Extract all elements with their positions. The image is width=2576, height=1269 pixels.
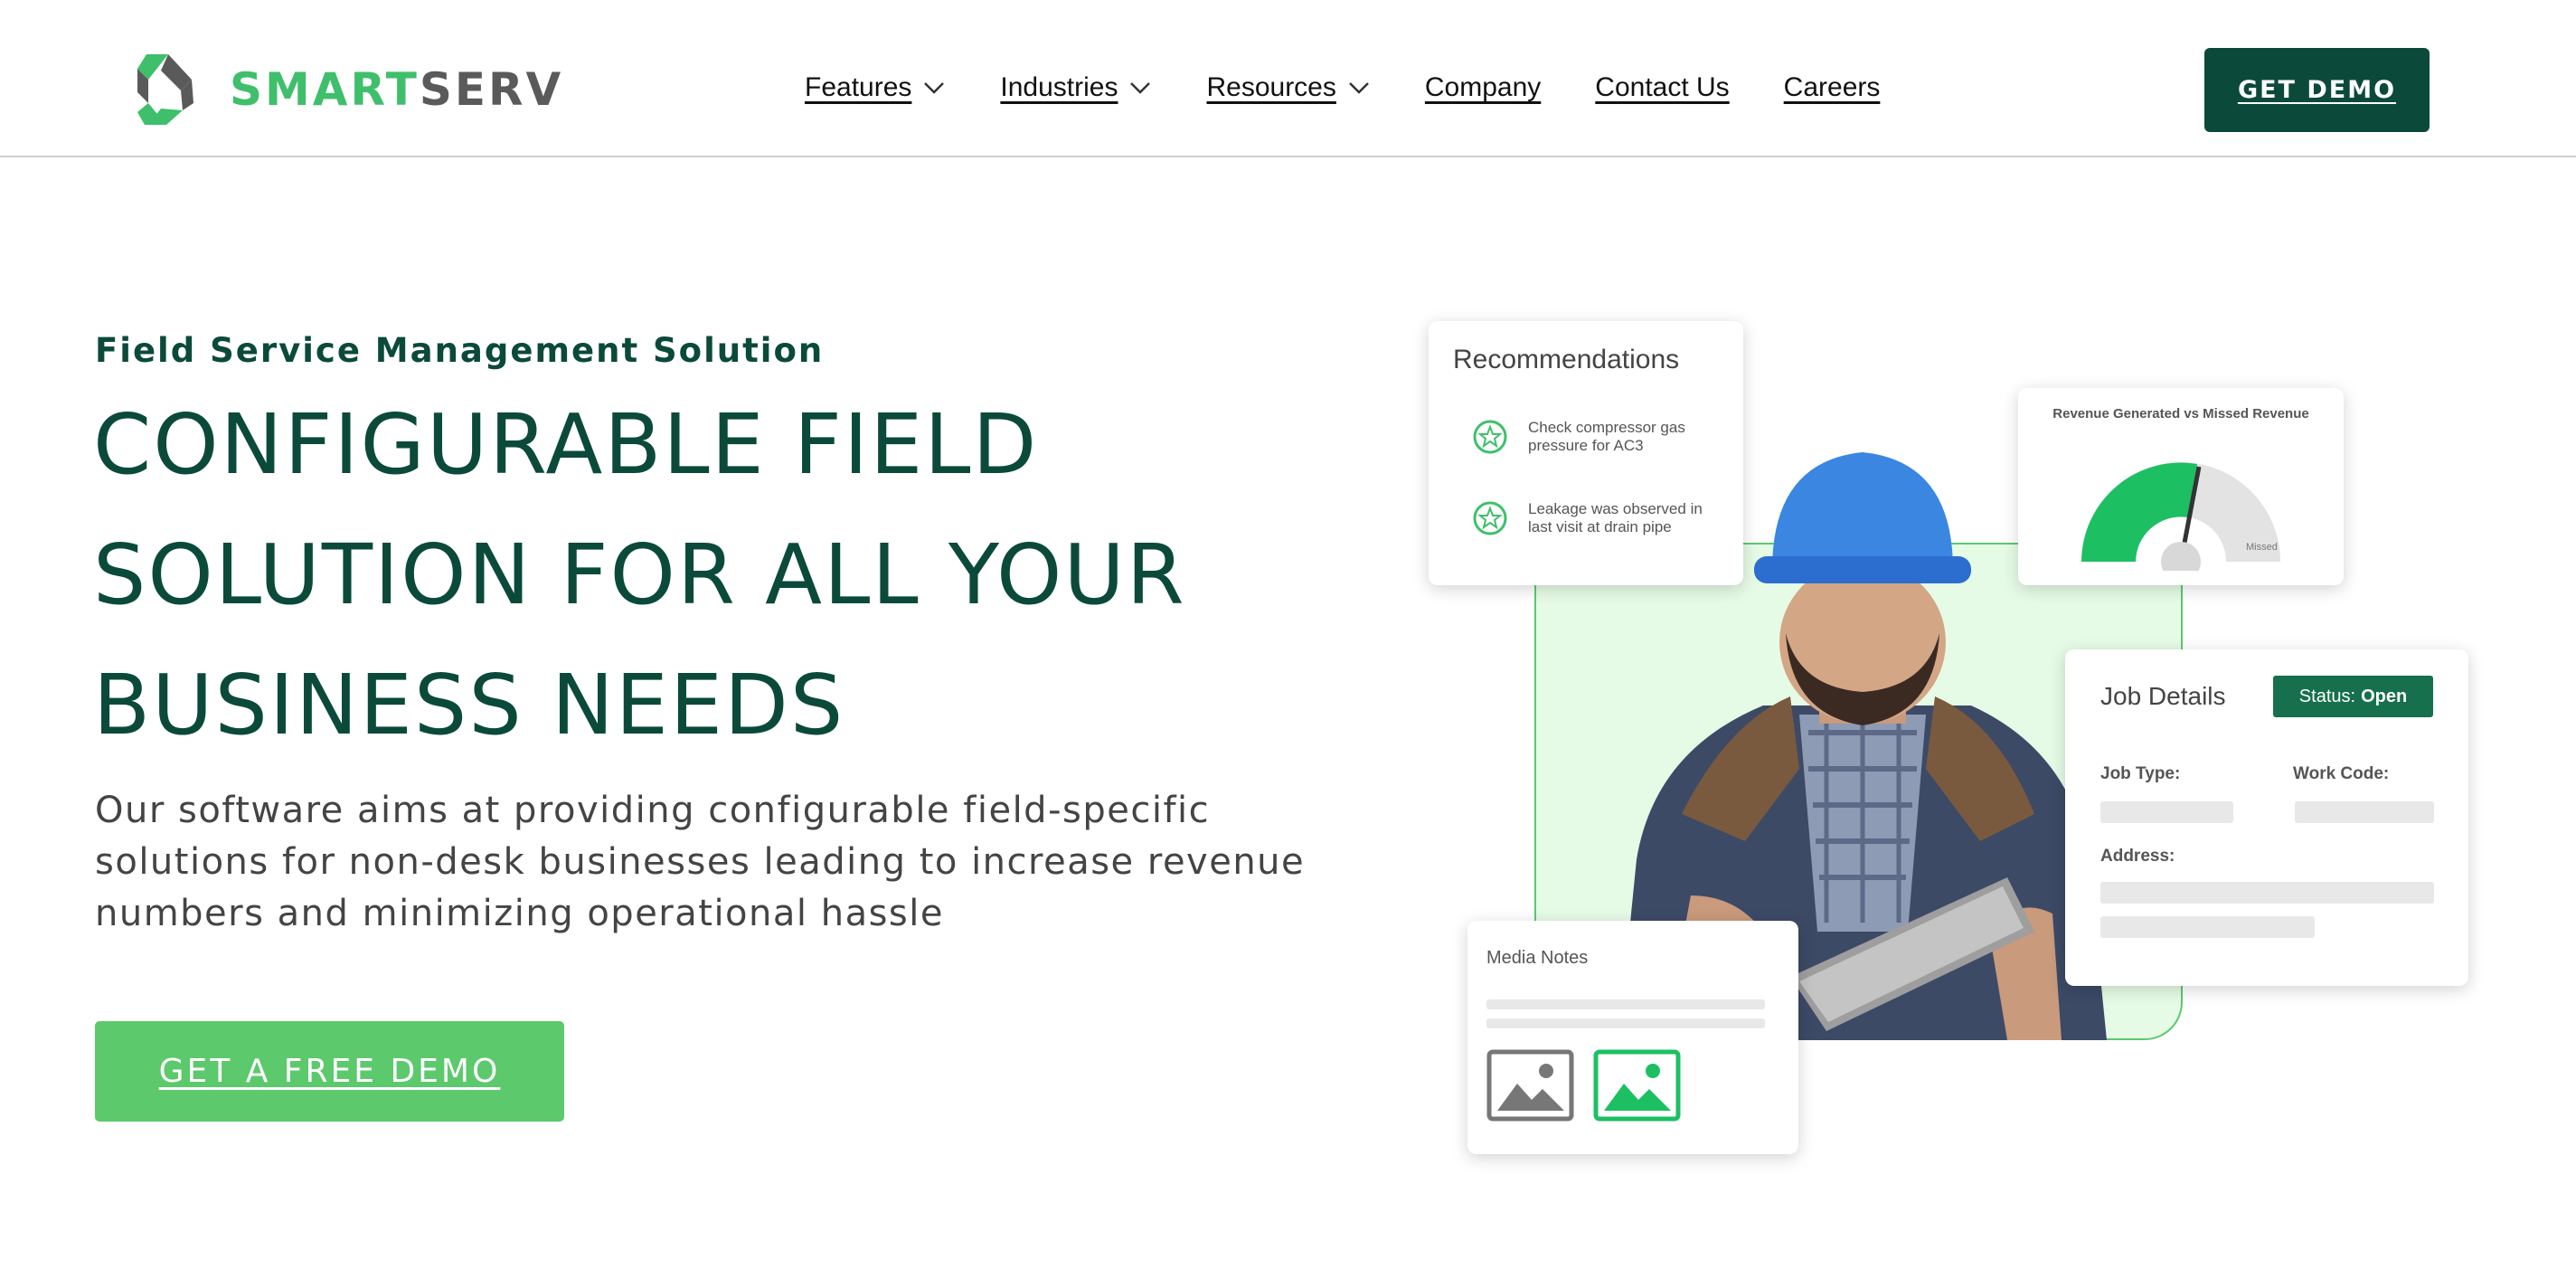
- get-free-demo-button[interactable]: GET A FREE DEMO: [95, 1021, 564, 1122]
- hero-headline-line: BUSINESS NEEDS: [93, 657, 845, 753]
- status-value: Open: [2361, 686, 2408, 706]
- nav-item-label: Industries: [1000, 72, 1118, 102]
- hero-eyebrow: Field Service Management Solution: [95, 331, 825, 370]
- nav-item-label: Careers: [1783, 72, 1881, 102]
- revenue-title: Revenue Generated vs Missed Revenue: [2052, 406, 2309, 421]
- address-placeholder: [2100, 916, 2315, 938]
- nav-item-features[interactable]: Features: [805, 72, 946, 103]
- image-placeholder-icon: [1593, 1049, 1681, 1122]
- star-badge-icon: [1473, 501, 1507, 535]
- status-label: Status:: [2298, 686, 2356, 706]
- nav-item-contact-us[interactable]: Contact Us: [1595, 72, 1729, 103]
- revenue-missed-label: Missed: [2246, 542, 2278, 553]
- job-details-title: Job Details: [2100, 682, 2226, 710]
- media-notes-title: Media Notes: [1486, 948, 1589, 968]
- work-code-placeholder: [2295, 801, 2434, 823]
- brand-wordmark: SMARTSERV: [230, 63, 563, 116]
- nav-item-industries[interactable]: Industries: [1000, 72, 1152, 103]
- recommendations-card: Recommendations Check compressor gas pre…: [1429, 321, 1743, 585]
- nav-item-label: Resources: [1206, 72, 1336, 102]
- chevron-down-icon: [1130, 82, 1151, 94]
- smartserv-logo-icon: [137, 54, 193, 125]
- job-type-label: Job Type:: [2100, 764, 2181, 783]
- recommendations-title: Recommendations: [1453, 345, 1680, 374]
- revenue-card: Revenue Generated vs Missed Revenue Miss…: [2018, 388, 2344, 585]
- get-demo-button[interactable]: GET DEMO: [2204, 48, 2430, 132]
- nav-item-resources[interactable]: Resources: [1206, 72, 1370, 103]
- image-placeholder-icon: [1486, 1049, 1574, 1122]
- work-code-label: Work Code:: [2293, 764, 2390, 783]
- nav-item-label: Company: [1424, 72, 1542, 102]
- hero-headline: CONFIGURABLE FIELD SOLUTION FOR ALL YOUR…: [93, 380, 1269, 771]
- recommendation-text: Leakage was observed in last visit at dr…: [1528, 500, 1703, 535]
- hero-description: Our software aims at providing configura…: [95, 790, 1306, 934]
- brand-name-part1: SMART: [230, 63, 420, 116]
- address-placeholder: [2100, 882, 2434, 904]
- media-text-placeholder: [1486, 1018, 1765, 1028]
- nav-item-label: Contact Us: [1595, 72, 1730, 102]
- chevron-down-icon: [924, 82, 945, 94]
- recommendation-item: Check compressor gas pressure for AC3: [1472, 419, 1709, 455]
- media-text-placeholder: [1486, 999, 1765, 1009]
- site-header: SMARTSERV Features Industries Resources …: [0, 0, 2576, 157]
- nav-item-label: Features: [805, 72, 912, 102]
- address-label: Address:: [2100, 847, 2175, 866]
- chevron-down-icon: [1348, 82, 1369, 94]
- main-nav: Features Industries Resources Company Co…: [805, 72, 1880, 103]
- recommendation-text: Check compressor gas pressure for AC3: [1528, 419, 1685, 454]
- job-type-placeholder: [2100, 801, 2233, 823]
- job-details-card: Job Details Status: Open Job Type: Work C…: [2065, 649, 2468, 986]
- recommendation-item: Leakage was observed in last visit at dr…: [1472, 500, 1709, 536]
- brand-logo[interactable]: SMARTSERV: [128, 52, 563, 127]
- status-badge: Status: Open: [2273, 676, 2433, 717]
- star-badge-icon: [1473, 420, 1507, 454]
- media-notes-card: Media Notes: [1467, 921, 1798, 1154]
- nav-item-careers[interactable]: Careers: [1784, 72, 1881, 103]
- hero-headline-line: SOLUTION FOR ALL YOUR: [93, 526, 1186, 623]
- brand-name-part2: SERV: [419, 63, 564, 116]
- nav-item-company[interactable]: Company: [1425, 72, 1541, 103]
- hero-headline-line: CONFIGURABLE FIELD: [93, 396, 1039, 493]
